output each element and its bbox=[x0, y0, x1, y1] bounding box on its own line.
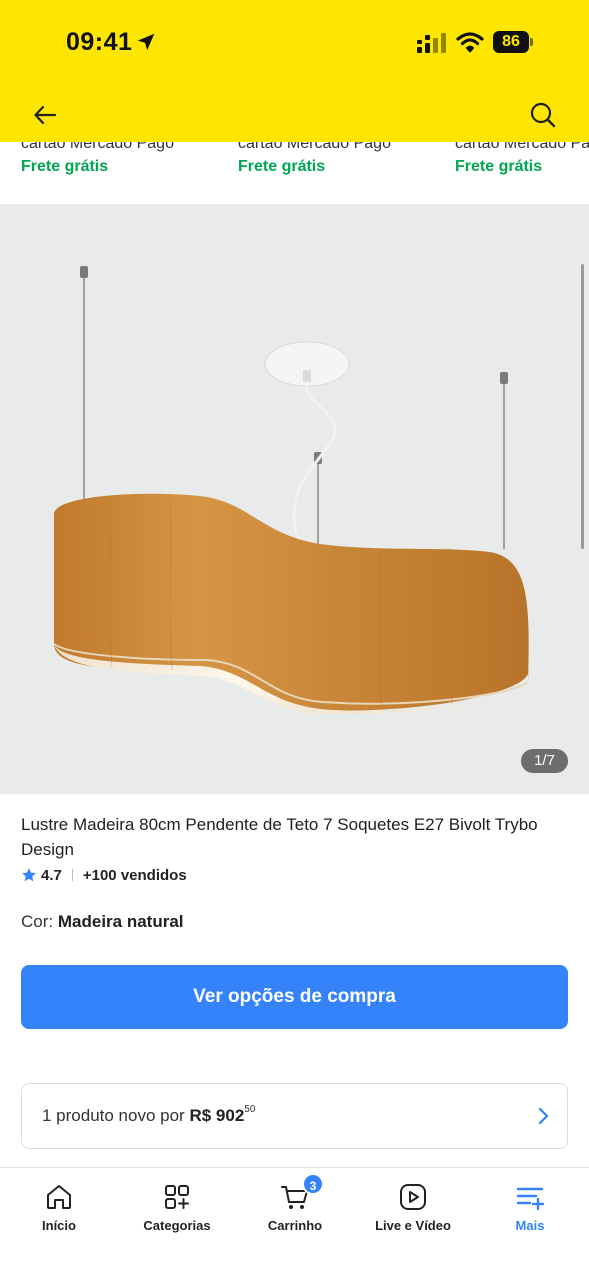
wifi-icon bbox=[456, 32, 484, 53]
product-image-gallery[interactable]: 1/7 bbox=[0, 204, 589, 794]
bottom-tab-bar: Início Categorias 3 Carrinho Live e Víde… bbox=[0, 1167, 589, 1280]
tab-label: Mais bbox=[515, 1218, 545, 1233]
view-purchase-options-button[interactable]: Ver opções de compra bbox=[21, 965, 568, 1029]
location-arrow-icon bbox=[137, 33, 155, 51]
star-icon bbox=[22, 868, 36, 882]
tab-categories[interactable]: Categorias bbox=[118, 1168, 236, 1248]
search-button[interactable] bbox=[526, 98, 560, 132]
battery-icon: 86 bbox=[493, 31, 533, 53]
related-products-strip: cartão Mercado Pago Frete grátis cartão … bbox=[0, 142, 589, 204]
app-header: 09:41 86 bbox=[0, 0, 589, 142]
related-payment: cartão Mercado Pa bbox=[455, 142, 589, 152]
play-icon bbox=[400, 1184, 426, 1210]
related-shipping: Frete grátis bbox=[238, 158, 326, 175]
related-product-card[interactable]: cartão Mercado Pa Frete grátis bbox=[455, 142, 589, 176]
status-bar: 09:41 86 bbox=[0, 0, 589, 88]
arrow-left-icon bbox=[34, 105, 57, 125]
search-icon bbox=[530, 102, 556, 128]
offer-prefix: 1 produto novo por bbox=[42, 1106, 185, 1125]
rating-row[interactable]: 4.7 +100 vendidos bbox=[21, 865, 187, 885]
related-payment: cartão Mercado Pago bbox=[21, 142, 174, 152]
tab-label: Live e Vídeo bbox=[375, 1218, 451, 1233]
battery-tip bbox=[530, 38, 533, 46]
divider bbox=[71, 869, 73, 881]
home-icon bbox=[47, 1185, 71, 1209]
tab-label: Início bbox=[42, 1218, 76, 1233]
related-shipping: Frete grátis bbox=[21, 158, 109, 175]
status-time: 09:41 bbox=[66, 28, 133, 56]
chevron-right-icon bbox=[538, 1107, 549, 1125]
sold-count: +100 vendidos bbox=[82, 866, 187, 884]
new-offer-card[interactable]: 1 produto novo por R$ 90250 bbox=[21, 1083, 568, 1149]
tab-more[interactable]: Mais bbox=[471, 1168, 589, 1248]
tab-live-video[interactable]: Live e Vídeo bbox=[354, 1168, 472, 1248]
related-product-card[interactable]: cartão Mercado Pago Frete grátis bbox=[21, 142, 221, 176]
color-selector[interactable]: Cor: Madeira natural bbox=[21, 912, 184, 932]
color-label: Cor: bbox=[21, 912, 54, 931]
tab-home[interactable]: Início bbox=[0, 1168, 118, 1248]
gallery-scrollbar[interactable] bbox=[581, 264, 584, 549]
menu-plus-icon bbox=[516, 1187, 545, 1211]
tab-cart[interactable]: 3 Carrinho bbox=[236, 1168, 354, 1248]
color-value: Madeira natural bbox=[57, 912, 184, 931]
nav-bar bbox=[0, 88, 589, 142]
related-product-card[interactable]: cartão Mercado Pago Frete grátis bbox=[238, 142, 438, 176]
offer-text: 1 produto novo por R$ 90250 bbox=[42, 1104, 256, 1126]
tab-label: Carrinho bbox=[267, 1218, 323, 1233]
rating-value: 4.7 bbox=[41, 866, 62, 884]
offer-price: R$ 902 bbox=[189, 1106, 245, 1125]
image-counter: 1/7 bbox=[521, 749, 568, 773]
product-image bbox=[0, 204, 589, 794]
tab-label: Categorias bbox=[143, 1218, 211, 1233]
back-button[interactable] bbox=[28, 98, 62, 132]
related-payment: cartão Mercado Pago bbox=[238, 142, 391, 152]
product-title: Lustre Madeira 80cm Pendente de Teto 7 S… bbox=[21, 815, 538, 859]
offer-cents: 50 bbox=[244, 1104, 256, 1115]
cart-badge: 3 bbox=[302, 1173, 324, 1195]
categories-icon bbox=[165, 1185, 189, 1209]
battery-level: 86 bbox=[493, 31, 529, 53]
related-shipping: Frete grátis bbox=[455, 158, 543, 175]
signal-icon bbox=[417, 33, 446, 53]
